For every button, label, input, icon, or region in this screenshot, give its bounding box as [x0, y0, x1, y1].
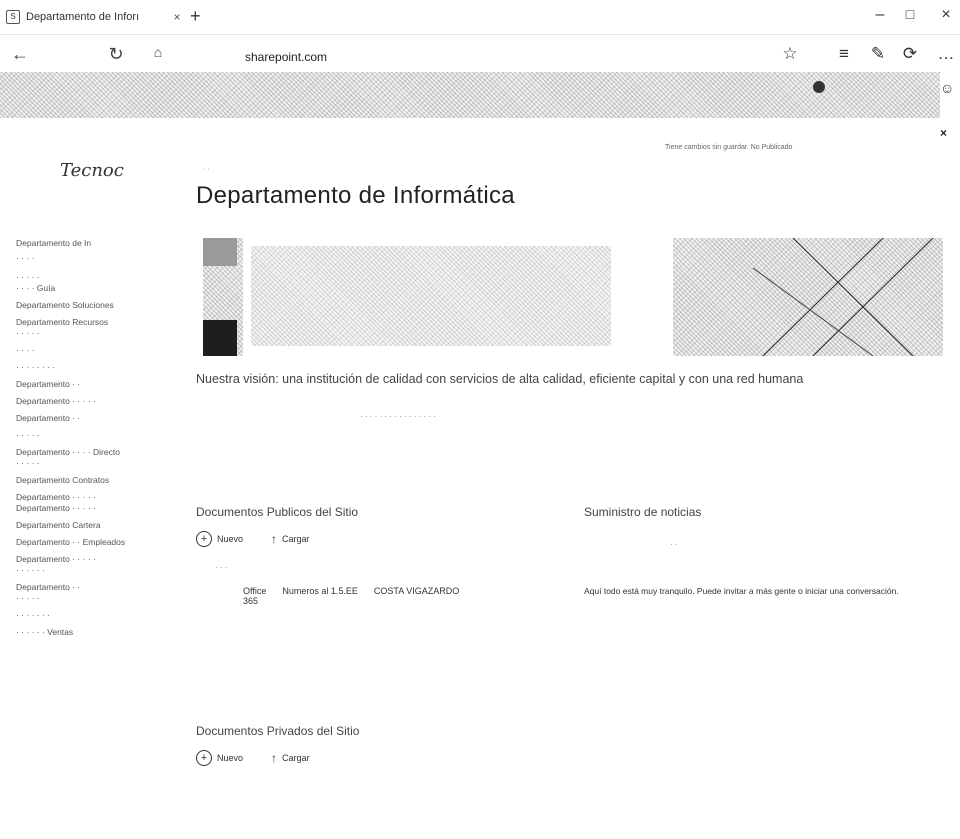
tab-close-icon[interactable]: × — [170, 10, 184, 24]
doc-list-header: · · · — [215, 563, 228, 572]
address-bar[interactable]: sharepoint.com — [245, 50, 327, 64]
page-title: Departamento de Informática — [196, 182, 515, 209]
sharepoint-favicon-icon: S — [6, 10, 20, 24]
sidebar-item[interactable]: Departamento · · · · · — [16, 503, 166, 514]
sidebar-item[interactable]: Departamento · · Empleados — [16, 537, 166, 548]
private-upload-button[interactable]: ↑ Cargar — [271, 751, 310, 765]
sidebar-item[interactable]: Departamento · · · · · — [16, 492, 166, 503]
sidebar-item[interactable]: · · · · — [16, 253, 166, 264]
sidebar-item[interactable]: Departamento de In — [16, 238, 166, 249]
tab-title: Departamento de Inforı — [26, 11, 140, 23]
home-icon[interactable]: ⌂ — [146, 44, 170, 60]
plus-circle-icon: + — [196, 750, 212, 766]
sidebar-item[interactable]: · · · · · — [16, 328, 166, 339]
sidebar-item[interactable]: Departamento Cartera — [16, 520, 166, 531]
private-upload-label: Cargar — [282, 753, 310, 763]
sidebar-item[interactable]: · · · · · · · · — [16, 362, 166, 373]
assistant-icon[interactable]: ☺ — [940, 80, 954, 96]
site-logo[interactable]: Tecnoc — [60, 160, 124, 181]
sidebar-item[interactable]: Departamento Contratos — [16, 475, 166, 486]
favorite-star-icon[interactable]: ☆ — [778, 44, 802, 64]
private-new-button[interactable]: + Nuevo — [196, 750, 243, 766]
sidebar-item[interactable]: · · · · · — [16, 593, 166, 604]
hero-swatch — [203, 238, 237, 266]
private-new-label: Nuevo — [217, 753, 244, 763]
refresh-icon[interactable]: ↻ — [104, 44, 128, 65]
sidebar-item[interactable]: · · · · · — [16, 458, 166, 469]
sidebar-item[interactable]: Departamento · · · · · — [16, 554, 166, 565]
public-upload-label: Cargar — [282, 534, 310, 544]
private-docs-toolbar: + Nuevo ↑ Cargar — [196, 750, 310, 766]
sidebar-item[interactable]: Departamento · · — [16, 582, 166, 593]
sidebar-item[interactable]: · · · · · · Ventas — [16, 627, 166, 638]
sidebar-item[interactable]: Departamento Soluciones — [16, 300, 166, 311]
hero-cross-lines — [753, 238, 934, 356]
public-docs-toolbar: + Nuevo ↑ Cargar — [196, 531, 310, 547]
unsaved-status: Tiene cambios sin guardar. No Publicado — [665, 144, 793, 151]
news-feed-title: Suministro de noticias — [584, 505, 702, 519]
private-docs-title: Documentos Privados del Sitio — [196, 724, 360, 738]
sidebar-item[interactable]: Departamento · · · · Directo — [16, 447, 166, 458]
sidebar-item[interactable]: · · · · Guía — [16, 283, 166, 294]
sidebar-item[interactable]: Departamento · · — [16, 379, 166, 390]
upload-arrow-icon: ↑ — [271, 751, 278, 765]
promo-close-icon[interactable]: × — [940, 126, 947, 140]
maximize-button[interactable]: □ — [898, 6, 922, 22]
doc-detail: Numeros al 1.5.EE — [282, 586, 358, 596]
quick-launch-nav: Departamento de In · · · · · · · · · · ·… — [16, 238, 166, 638]
document-row[interactable]: Office 365 Numeros al 1.5.EE COSTA VIGAZ… — [243, 586, 563, 606]
sidebar-item[interactable]: Departamento · · — [16, 413, 166, 424]
pen-icon[interactable]: ✎ — [866, 44, 890, 64]
back-arrow-icon[interactable]: ← — [8, 44, 32, 65]
plus-circle-icon: + — [196, 531, 212, 547]
promo-image — [0, 72, 940, 118]
reading-list-icon[interactable]: ≡ — [832, 44, 856, 64]
news-feed-input[interactable]: · · — [670, 540, 678, 549]
upload-arrow-icon: ↑ — [271, 532, 278, 546]
sidebar-item[interactable]: · · · · · · · — [16, 610, 166, 621]
sidebar-item[interactable]: · · · · — [16, 345, 166, 356]
mission-statement: Nuestra visión: una institución de calid… — [196, 372, 804, 386]
hero-banner-image — [203, 238, 943, 356]
new-tab-button[interactable]: + — [190, 6, 201, 27]
sidebar-item[interactable]: Departamento Recursos — [16, 317, 166, 328]
hero-text-block — [251, 246, 611, 346]
public-new-button[interactable]: + Nuevo — [196, 531, 243, 547]
tab-bar: S Departamento de Inforı × + – □ × — [0, 0, 960, 35]
browser-tab[interactable]: S Departamento de Inforı × — [6, 5, 184, 29]
public-upload-button[interactable]: ↑ Cargar — [271, 532, 310, 546]
public-new-label: Nuevo — [217, 534, 244, 544]
doc-name: Office 365 — [243, 586, 267, 606]
window-close-button[interactable]: × — [934, 6, 958, 24]
breadcrumb[interactable]: · · — [203, 166, 210, 173]
more-icon[interactable]: … — [934, 44, 958, 64]
news-empty-message: Aquí todo está muy tranquilo. Puede invi… — [584, 586, 899, 596]
sidebar-item[interactable]: · · · · · — [16, 430, 166, 441]
sidebar-item[interactable]: · · · · · — [16, 272, 166, 283]
sidebar-item[interactable]: · · · · · · — [16, 565, 166, 576]
share-icon[interactable]: ⟳ — [898, 44, 922, 64]
doc-author: COSTA VIGAZARDO — [373, 586, 460, 596]
hero-swatch — [203, 320, 237, 356]
sidebar-item[interactable]: Departamento · · · · · — [16, 396, 166, 407]
mission-secondary-text: · · · · · · · · · · · · · · · · — [360, 412, 436, 421]
public-docs-title: Documentos Publicos del Sitio — [196, 505, 359, 519]
status-dot-icon — [813, 81, 825, 93]
minimize-button[interactable]: – — [868, 6, 892, 24]
